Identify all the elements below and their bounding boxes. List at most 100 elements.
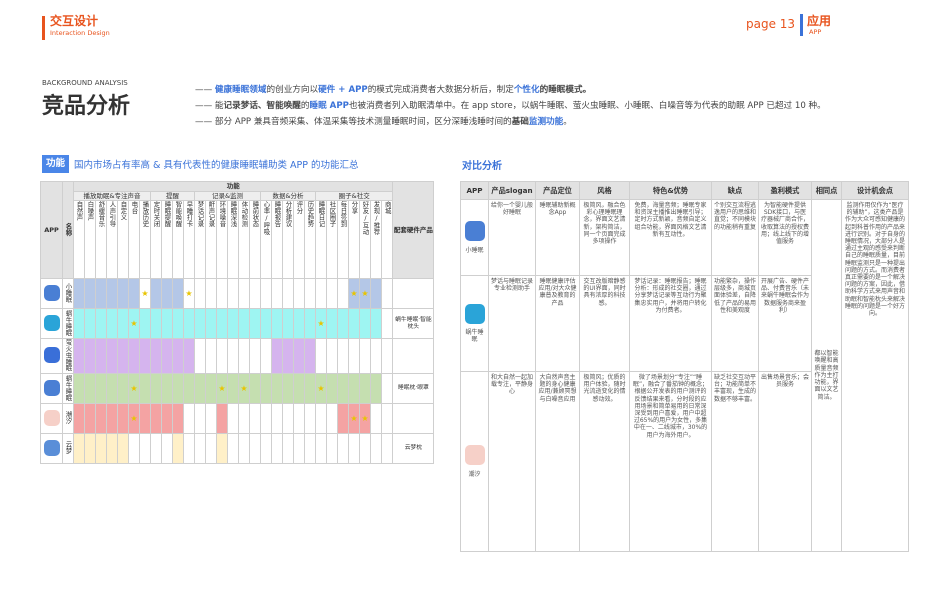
function-row: 云梦 云梦枕 xyxy=(40,433,435,464)
function-cell xyxy=(282,403,294,434)
compare-app-icon xyxy=(464,303,485,324)
star-icon: ★ xyxy=(130,413,138,423)
support-cell: 蜗牛睡眠·智能枕头 xyxy=(392,308,435,339)
function-cell xyxy=(172,278,184,309)
function-cell: ★ xyxy=(315,373,327,404)
function-cell xyxy=(249,403,261,434)
func-header: 功能 xyxy=(72,181,394,192)
star-icon: ★ xyxy=(141,288,149,298)
brand-subtitle: Interaction Design xyxy=(50,29,110,37)
function-cell xyxy=(150,338,162,374)
function-cell xyxy=(106,338,118,374)
function-cell xyxy=(238,433,250,464)
function-row: 萤火虫睡眠 xyxy=(40,338,435,374)
func-col-header: 评分 xyxy=(293,200,305,279)
func-col-header: 睡眠报告 xyxy=(271,200,283,279)
func-col-header: 环境噪音 xyxy=(216,200,228,279)
compare-slogan: 和大自然一起加载专注，平静身心 xyxy=(488,371,536,552)
function-cell xyxy=(249,433,261,464)
function-cell xyxy=(359,308,371,339)
func-col-header: 好友/互动 xyxy=(359,200,371,279)
compare-position: 睡眠辅助新概念App xyxy=(535,199,580,276)
func-col-header: 梦话记录 xyxy=(194,200,206,279)
star-icon: ★ xyxy=(218,383,226,393)
function-table: APP 名称 功能 配套硬件产品 播放助眠&专注声音 提醒 记录&监测 数据&分析 圈子… xyxy=(40,181,435,464)
app-header: APP xyxy=(40,181,63,279)
compare-header: 缺点 xyxy=(711,181,759,200)
function-cell xyxy=(271,403,283,434)
function-cell xyxy=(337,278,349,309)
brand-accent-bar xyxy=(42,16,45,40)
function-cell xyxy=(128,433,140,464)
function-cell xyxy=(150,308,162,339)
support-cell: 云梦枕 xyxy=(392,433,435,464)
func-col-header: 分享 xyxy=(348,200,360,279)
support-cell xyxy=(392,278,435,309)
app-name: 云梦 xyxy=(62,433,74,464)
function-cell xyxy=(106,308,118,339)
function-cell xyxy=(106,373,118,404)
function-cell xyxy=(315,433,327,464)
function-cell xyxy=(106,403,118,434)
func-col-header: 定时关闭 xyxy=(150,200,162,279)
function-cell xyxy=(128,278,140,309)
star-icon: ★ xyxy=(130,383,138,393)
compare-style: 交互改版暗静感的UI界面，同时具有浓厚的科技感。 xyxy=(579,275,630,372)
function-cell xyxy=(282,308,294,339)
intro-line-2: —— 能记录梦话、智能唤醒的睡眠 APP也被消费者列入助眠清单中。在 app s… xyxy=(195,101,826,111)
function-cell xyxy=(84,338,96,374)
app-name: 蜗牛睡眠 xyxy=(62,308,74,339)
func-col-header: 早睡打卡 xyxy=(183,200,195,279)
app-name: 潮汐 xyxy=(62,403,74,434)
compare-feature: 微了场景划分“专注”“睡眠”，融合了番茄钟的概念；根据公开发表的用户测评的反馈结… xyxy=(629,371,712,552)
func-col-header: 心率/呼吸 xyxy=(260,200,272,279)
func-col-header: 睡眠提醒 xyxy=(161,200,173,279)
function-cell xyxy=(348,433,360,464)
function-cell xyxy=(161,338,173,374)
function-cell xyxy=(293,338,305,374)
function-row: 蜗牛睡眠 ★ ★ ★ ★ 睡眠枕·眼罩 xyxy=(40,373,435,404)
func-col-header: 睡前状态 xyxy=(249,200,261,279)
function-cell: ★ xyxy=(348,278,360,309)
compare-header: 特色&优势 xyxy=(629,181,712,200)
compare-app-name: 潮汐 xyxy=(468,470,481,478)
heading-zh: 竞品分析 xyxy=(42,94,131,119)
function-cell xyxy=(216,278,228,309)
function-cell xyxy=(249,338,261,374)
compare-profit: 开展广告、硬件产品、付费音乐（未来蜗牛睡眠会作为数据服务商来盈利） xyxy=(758,275,812,372)
function-cell xyxy=(370,308,382,339)
app-icon xyxy=(43,347,60,363)
function-cell xyxy=(304,308,316,339)
func-col-header: 舒缓音乐 xyxy=(95,200,107,279)
star-icon: ★ xyxy=(317,383,325,393)
function-cell xyxy=(370,338,382,374)
function-row: 潮汐 ★ ★ ★ xyxy=(40,403,435,434)
app-icon-cell xyxy=(40,338,63,374)
compare-app-cell: 蜗牛睡眠 xyxy=(460,275,489,372)
function-cell xyxy=(205,308,217,339)
compare-feature: 免费，海量音频；睡眠专家和资深主播推出睡眠引导；定时方式新颖，音频自定义组合功能… xyxy=(629,199,712,276)
function-cell xyxy=(304,433,316,464)
function-cell xyxy=(150,433,162,464)
function-cell xyxy=(293,308,305,339)
app-icon xyxy=(43,439,60,456)
function-cell xyxy=(150,403,162,434)
function-cell xyxy=(380,403,394,434)
function-cell xyxy=(227,433,239,464)
star-icon: ★ xyxy=(240,383,248,393)
function-cell xyxy=(348,373,360,404)
function-cell xyxy=(172,403,184,434)
compare-header: APP xyxy=(460,181,489,200)
compare-same: 都以智能唤醒和高质量音频作为主打功能，界面以文艺简洁。 xyxy=(811,199,842,552)
function-cell xyxy=(260,433,272,464)
compare-slogan: 梦话与睡眠记录专业检测助手 xyxy=(488,275,536,372)
function-cell xyxy=(106,278,118,309)
function-cell xyxy=(227,373,239,404)
function-cell xyxy=(326,338,338,374)
function-cell: ★ xyxy=(128,373,140,404)
func-col-header: 智能唤醒 xyxy=(172,200,184,279)
function-cell xyxy=(380,373,394,404)
function-cell xyxy=(282,433,294,464)
function-cell xyxy=(95,403,107,434)
compare-header: 设计机会点 xyxy=(841,181,909,200)
